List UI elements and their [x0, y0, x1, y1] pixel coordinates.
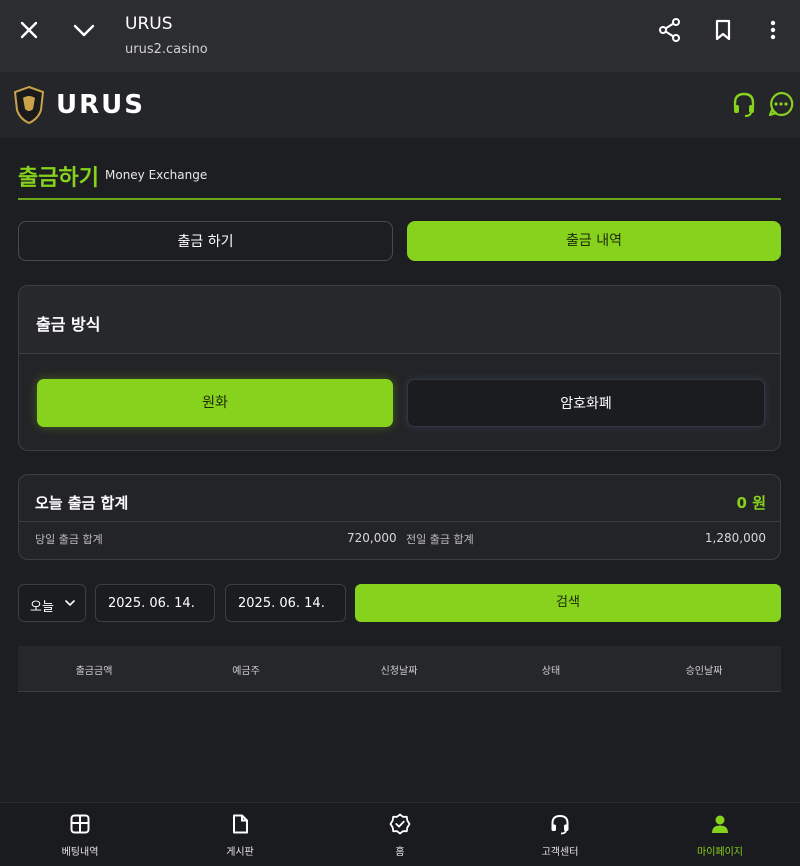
badge-check-icon: [389, 813, 411, 835]
document-icon: [229, 813, 251, 835]
bookmark-icon[interactable]: [709, 16, 737, 44]
nav-mypage[interactable]: 마이페이지: [660, 811, 780, 863]
prev-day-total-value: 1,280,000: [704, 531, 766, 545]
withdraw-method-card: 출금 방식 원화 암호화폐: [18, 285, 781, 451]
chat-icon[interactable]: [767, 90, 795, 118]
user-icon: [709, 813, 731, 835]
withdraw-summary-card: 오늘 출금 합계 0 원 당일 출금 합계 720,000 전일 출금 합계 1…: [18, 474, 781, 560]
logo-text[interactable]: URUS: [56, 90, 145, 120]
more-vert-icon[interactable]: [759, 16, 787, 44]
chevron-down-icon[interactable]: [70, 16, 98, 44]
period-select-value: 오늘: [30, 600, 54, 615]
column-account-holder: 예금주: [232, 666, 260, 677]
column-status: 상태: [541, 666, 561, 677]
browser-title: URUS: [125, 14, 173, 34]
browser-url[interactable]: urus2.casino: [125, 42, 208, 57]
today-total-value: 720,000: [347, 531, 397, 545]
nav-label: 게시판: [226, 847, 254, 858]
logo-shield-icon: [13, 85, 45, 125]
nav-label: 홈: [395, 847, 405, 858]
period-select[interactable]: 오늘: [18, 584, 86, 622]
share-icon[interactable]: [656, 16, 684, 44]
title-divider: [18, 198, 781, 200]
page-subtitle: Money Exchange: [105, 168, 208, 182]
headset-icon: [549, 813, 571, 835]
browser-toolbar: URUS urus2.casino: [0, 0, 800, 72]
today-total-label: 당일 출금 합계: [35, 533, 103, 546]
column-amount: 출금금액: [75, 666, 113, 677]
search-button[interactable]: 검색: [355, 584, 781, 622]
summary-amount: 0 원: [736, 494, 766, 512]
column-approval-date: 승인날짜: [685, 666, 723, 677]
headset-icon[interactable]: [730, 90, 758, 118]
prev-day-total-label: 전일 출금 합계: [406, 533, 474, 546]
nav-label: 마이페이지: [697, 847, 743, 858]
method-crypto-button[interactable]: 암호화폐: [407, 379, 765, 427]
tab-withdraw-history[interactable]: 출금 내역: [407, 221, 781, 261]
nav-customer-center[interactable]: 고객센터: [500, 811, 620, 863]
chevron-down-icon: [65, 600, 75, 607]
card-header: 출금 방식: [19, 286, 780, 354]
close-icon[interactable]: [15, 16, 43, 44]
tab-withdraw[interactable]: 출금 하기: [18, 221, 393, 261]
start-date-field[interactable]: [95, 584, 215, 622]
nav-label: 베팅내역: [61, 847, 99, 858]
site-header: URUS: [0, 72, 800, 138]
bottom-nav: 베팅내역 게시판 홈 고객센터 마이페이지: [0, 802, 800, 866]
nav-betting-history[interactable]: 베팅내역: [20, 811, 140, 863]
summary-divider: [19, 521, 780, 522]
method-title: 출금 방식: [36, 315, 101, 334]
nav-board[interactable]: 게시판: [180, 811, 300, 863]
summary-title: 오늘 출금 합계: [35, 494, 129, 512]
column-request-date: 신청날짜: [380, 666, 418, 677]
history-table-body: [18, 692, 781, 802]
history-table-header: 출금금액 예금주 신청날짜 상태 승인날짜: [18, 646, 781, 692]
nav-home[interactable]: 홈: [340, 811, 460, 863]
nav-label: 고객센터: [541, 847, 579, 858]
book-icon: [69, 813, 91, 835]
page-title: 출금하기: [18, 166, 99, 191]
end-date-field[interactable]: [225, 584, 346, 622]
method-krw-button[interactable]: 원화: [37, 379, 393, 427]
